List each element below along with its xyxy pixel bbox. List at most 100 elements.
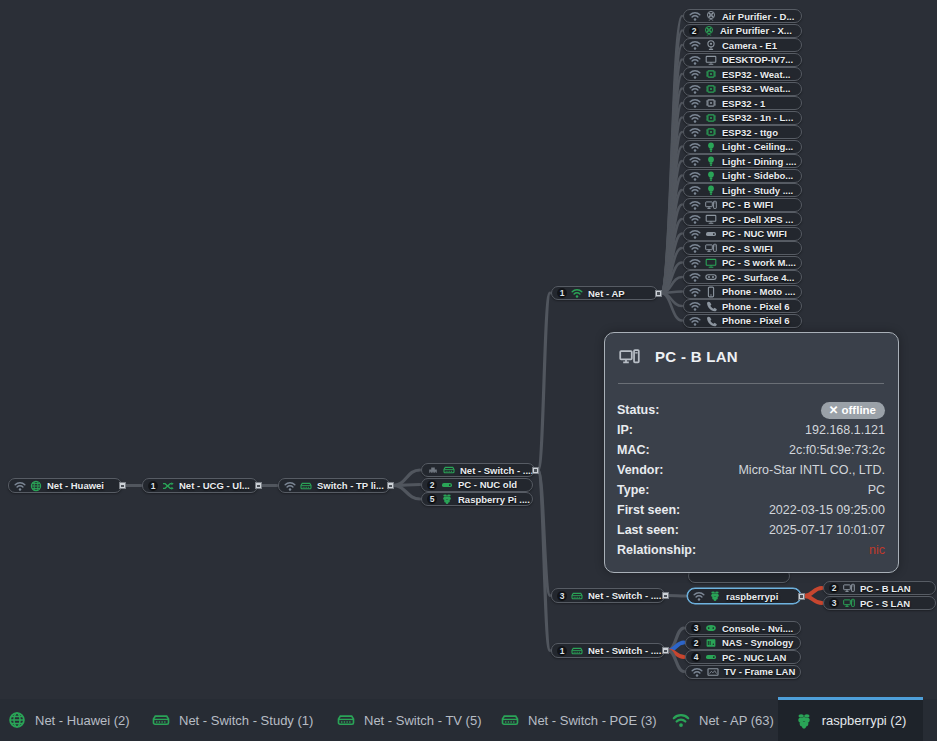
- wifi-connection-icon: [689, 112, 701, 124]
- tab-net-switch-study-1-[interactable]: Net - Switch - Study (1): [152, 699, 313, 741]
- shuffle-icon: [162, 480, 174, 492]
- switch-icon: [300, 480, 312, 492]
- node-label: PC - Dell XPS ...: [722, 214, 793, 225]
- node-ap-c7[interactable]: ESP32 - 1: [683, 96, 802, 110]
- tab-raspberrypi-2-[interactable]: raspberrypi (2): [778, 697, 923, 741]
- node-label: Net - AP: [588, 288, 625, 299]
- switch-icon: [571, 590, 583, 602]
- desktop-icon: [843, 582, 855, 594]
- popup-row-relationship: Relationship:nic: [617, 540, 885, 560]
- node-ap-c21[interactable]: Phone - Pixel 6: [683, 299, 802, 313]
- node-label: DESKTOP-IV7...: [722, 54, 793, 65]
- node-ap-c14[interactable]: PC - B WIFI: [683, 198, 802, 212]
- wifi-connection-icon: [689, 39, 701, 51]
- monitor-icon: [705, 54, 717, 66]
- field-value: PC: [868, 483, 885, 497]
- node-label: NAS - Synology: [722, 637, 793, 648]
- tab-net-ap-63-[interactable]: Net - AP (63): [672, 699, 774, 741]
- wifi-connection-icon: [689, 83, 701, 95]
- tab-net-huawei-2-[interactable]: Net - Huawei (2): [8, 699, 130, 741]
- node-label: TV - Frame LAN: [724, 666, 795, 677]
- connector-port[interactable]: [255, 482, 262, 489]
- field-label: Last seen:: [617, 523, 679, 537]
- node-raspberrypi[interactable]: raspberrypi: [687, 588, 801, 604]
- field-label: Vendor:: [617, 463, 664, 477]
- wifi-connection-icon: [689, 271, 701, 283]
- node-label: Phone - Pixel 6: [722, 301, 790, 312]
- wifi-connection-icon: [689, 97, 701, 109]
- field-value: 2025-07-17 10:01:07: [769, 523, 885, 537]
- bottom-tab-bar: Net - Huawei (2) Net - Switch - Study (1)…: [0, 699, 937, 741]
- node-net-ap[interactable]: 1Net - AP: [551, 286, 658, 300]
- node-ap-c10[interactable]: Light - Ceiling...: [683, 140, 802, 154]
- node-ap-c12[interactable]: Light - Sidebo...: [683, 169, 802, 183]
- edge-raspberrypi-pc-s-lan: [804, 596, 822, 603]
- node-switch-study[interactable]: 3Net - Switch - ....: [551, 588, 665, 603]
- vr-icon: [705, 271, 717, 283]
- node-ap-c16[interactable]: PC - NUC WIFI: [683, 227, 802, 241]
- connector-port[interactable]: [532, 467, 539, 474]
- handset-icon: [705, 315, 717, 327]
- node-raspberry-pi[interactable]: 5Raspberry Pi ....: [421, 492, 533, 506]
- node-net-huawei[interactable]: Net - Huawei: [8, 478, 122, 493]
- minipc-icon: [705, 228, 717, 240]
- popup-row-lastseen: Last seen: 2025-07-17 10:01:07: [617, 520, 885, 540]
- switch-icon: [571, 645, 583, 657]
- node-ap-c15[interactable]: PC - Dell XPS ...: [683, 212, 802, 226]
- node-ap-c13[interactable]: Light - Study ....: [683, 183, 802, 197]
- connector-port[interactable]: [387, 482, 394, 489]
- connector-port[interactable]: [119, 482, 126, 489]
- tab-net-switch-tv-5-[interactable]: Net - Switch - TV (5): [337, 699, 482, 741]
- node-label: PC - S WIFI: [722, 243, 773, 254]
- node-switch-tp[interactable]: Switch - TP li...: [278, 478, 390, 493]
- tv-icon: [707, 666, 719, 678]
- node-net-switch-poe[interactable]: Net - Switch - ....: [421, 463, 535, 477]
- wifi-connection-icon: [689, 286, 701, 298]
- node-ap-c5[interactable]: ESP32 - Weat...: [683, 67, 802, 81]
- port-number: 2: [691, 638, 701, 648]
- tab-net-switch-poe-3-[interactable]: Net - Switch - POE (3): [501, 699, 657, 741]
- node-ap-c4[interactable]: DESKTOP-IV7...: [683, 53, 802, 67]
- node-switch-tv[interactable]: 1Net - Switch - ....: [551, 643, 665, 658]
- switch-icon: [501, 711, 519, 729]
- wifi-connection-icon: [689, 300, 701, 312]
- node-ap-c18[interactable]: PC - S work M....: [683, 256, 802, 270]
- field-value: Micro-Star INTL CO., LTD.: [738, 463, 885, 477]
- node-ap-c19[interactable]: PC - Surface 4...: [683, 270, 802, 284]
- node-net-ucg[interactable]: 1Net - UCG - Ul...: [142, 478, 258, 493]
- node-pc-nuc-old[interactable]: 2PC - NUC old: [421, 478, 533, 492]
- tab-label: Net - Switch - Study (1): [179, 713, 313, 728]
- connector-port[interactable]: [798, 593, 805, 600]
- node-ap-c6[interactable]: ESP32 - Weat...: [683, 82, 802, 96]
- handset-icon: [705, 300, 717, 312]
- gamepad-icon: [705, 622, 717, 634]
- globe-icon: [30, 480, 42, 492]
- connector-port[interactable]: [662, 647, 669, 654]
- node-ap-c22[interactable]: Phone - Pixel 6: [683, 314, 802, 328]
- node-pc-b-lan[interactable]: 2PC - B LAN: [823, 581, 936, 595]
- wifi-connection-icon: [689, 141, 701, 153]
- wifi-connection-icon: [689, 54, 701, 66]
- connector-port[interactable]: [655, 290, 662, 297]
- field-value: 2022-03-15 09:25:00: [769, 503, 885, 517]
- node-ap-c2[interactable]: 2Air Purifier - X...: [683, 24, 802, 38]
- wifi-connection-icon: [689, 68, 701, 80]
- minipc-icon: [705, 651, 717, 663]
- node-ap-c3[interactable]: Camera - E1: [683, 38, 802, 52]
- node-label: Net - Switch - ....: [460, 465, 533, 476]
- port-number: 2: [427, 480, 437, 490]
- connector-port[interactable]: [662, 592, 669, 599]
- node-ap-c9[interactable]: ESP32 - ttgo: [683, 125, 802, 139]
- node-pc-s-lan[interactable]: 3PC - S LAN: [823, 596, 936, 610]
- node-ap-c11[interactable]: Light - Dining ....: [683, 154, 802, 168]
- node-nas[interactable]: 2 NAS - Synology: [685, 636, 801, 650]
- node-label: PC - Surface 4...: [722, 272, 794, 283]
- node-ap-c20[interactable]: Phone - Moto ....: [683, 285, 802, 299]
- node-console[interactable]: 3Console - Nvi....: [685, 621, 801, 635]
- node-tv-frame[interactable]: TV - Frame LAN: [685, 665, 801, 679]
- node-ap-c1[interactable]: Air Purifier - D...: [683, 9, 802, 23]
- node-pc-nuc-lan[interactable]: 4PC - NUC LAN: [685, 650, 801, 664]
- wifi-connection-icon: [689, 10, 701, 22]
- node-ap-c8[interactable]: ESP32 - 1n - L...: [683, 111, 802, 125]
- node-ap-c17[interactable]: PC - S WIFI: [683, 241, 802, 255]
